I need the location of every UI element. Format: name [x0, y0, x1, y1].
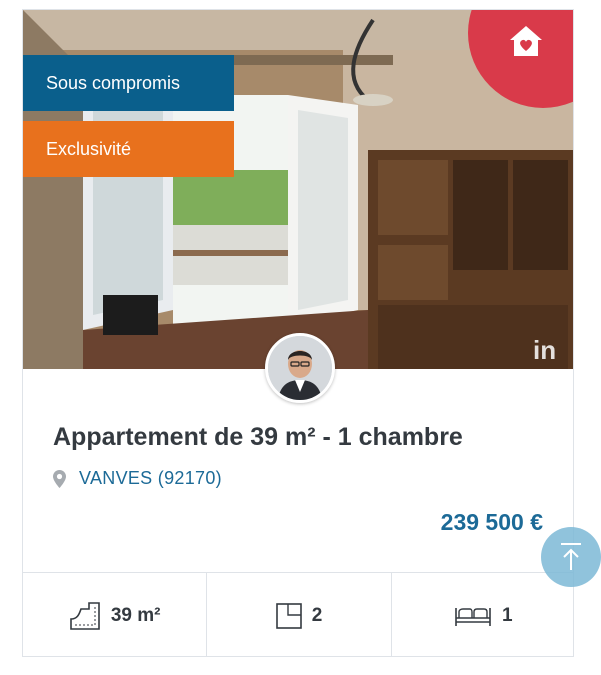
feature-area: 39 m²: [23, 573, 208, 656]
features-bar: 39 m² 2 1: [23, 572, 573, 656]
feature-rooms-value: 2: [311, 604, 323, 626]
house-heart-icon: [510, 26, 542, 56]
listing-price: 239 500 €: [440, 509, 543, 535]
feature-bedrooms-value: 1: [502, 604, 513, 626]
listing-title[interactable]: Appartement de 39 m² - 1 chambre: [53, 423, 463, 452]
scroll-to-top-button[interactable]: [541, 527, 601, 587]
map-pin-icon: [53, 469, 66, 488]
feature-rooms: 2: [207, 573, 392, 656]
feature-area-value: 39 m²: [110, 604, 161, 626]
status-badge: Sous compromis: [23, 55, 234, 111]
agent-avatar[interactable]: [265, 333, 335, 403]
bed-icon: [455, 607, 491, 626]
arrow-up-icon: [561, 543, 581, 570]
location-text: VANVES (92170): [79, 468, 222, 488]
exclusive-badge: Exclusivité: [23, 121, 234, 177]
listing-location: VANVES (92170): [53, 468, 222, 489]
agent-photo: [268, 336, 332, 400]
room-square-icon: [275, 602, 302, 629]
floor-plan-icon: [70, 601, 100, 630]
photo-watermark: in: [533, 335, 557, 365]
listing-card[interactable]: in Sous compromis Exclusivité Appartemen…: [22, 9, 574, 657]
feature-bedrooms: 1: [392, 573, 573, 656]
